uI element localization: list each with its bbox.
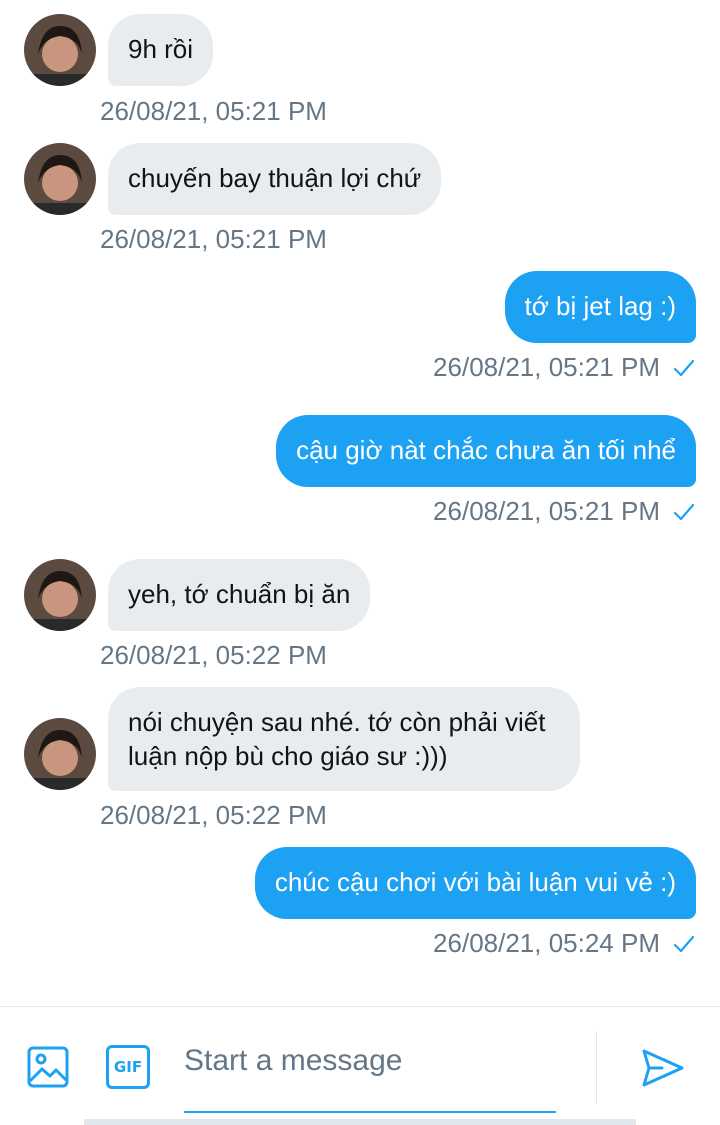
gif-icon[interactable]: GIF — [106, 1045, 150, 1089]
message-bubble-outgoing[interactable]: cậu giờ nàt chắc chưa ăn tối nhể — [276, 415, 696, 487]
message-timestamp: 26/08/21, 05:21 PM — [433, 496, 660, 526]
message-composer: GIF — [0, 1006, 720, 1125]
message-thread: 9h rồi 26/08/21, 05:21 PM chuyến bay thu… — [0, 0, 720, 1006]
send-icon[interactable] — [640, 1045, 686, 1091]
message-timestamp: 26/08/21, 05:24 PM — [433, 928, 660, 958]
check-icon — [673, 359, 695, 377]
message-bubble-incoming[interactable]: nói chuyện sau nhé. tớ còn phải viết luậ… — [108, 687, 580, 791]
check-icon — [673, 935, 695, 953]
avatar[interactable] — [24, 14, 96, 86]
scroll-indicator — [84, 1119, 636, 1125]
avatar[interactable] — [24, 718, 96, 790]
message-input[interactable] — [184, 1037, 556, 1085]
message-bubble-incoming[interactable]: chuyến bay thuận lợi chứ — [108, 143, 442, 215]
message-timestamp: 26/08/21, 05:21 PM — [100, 224, 327, 254]
avatar[interactable] — [24, 143, 96, 215]
input-underline — [184, 1111, 556, 1113]
message-timestamp: 26/08/21, 05:21 PM — [433, 352, 660, 382]
message-bubble-incoming[interactable]: yeh, tớ chuẩn bị ăn — [108, 559, 371, 631]
avatar[interactable] — [24, 559, 96, 631]
message-timestamp: 26/08/21, 05:22 PM — [100, 640, 327, 670]
message-bubble-outgoing[interactable]: chúc cậu chơi với bài luận vui vẻ :) — [254, 847, 696, 919]
divider — [596, 1031, 597, 1103]
message-timestamp: 26/08/21, 05:22 PM — [100, 800, 327, 830]
check-icon — [673, 503, 695, 521]
message-bubble-incoming[interactable]: 9h rồi — [108, 14, 214, 86]
message-timestamp: 26/08/21, 05:21 PM — [100, 96, 327, 126]
message-bubble-outgoing[interactable]: tớ bị jet lag :) — [504, 271, 696, 343]
image-icon[interactable] — [26, 1045, 70, 1089]
